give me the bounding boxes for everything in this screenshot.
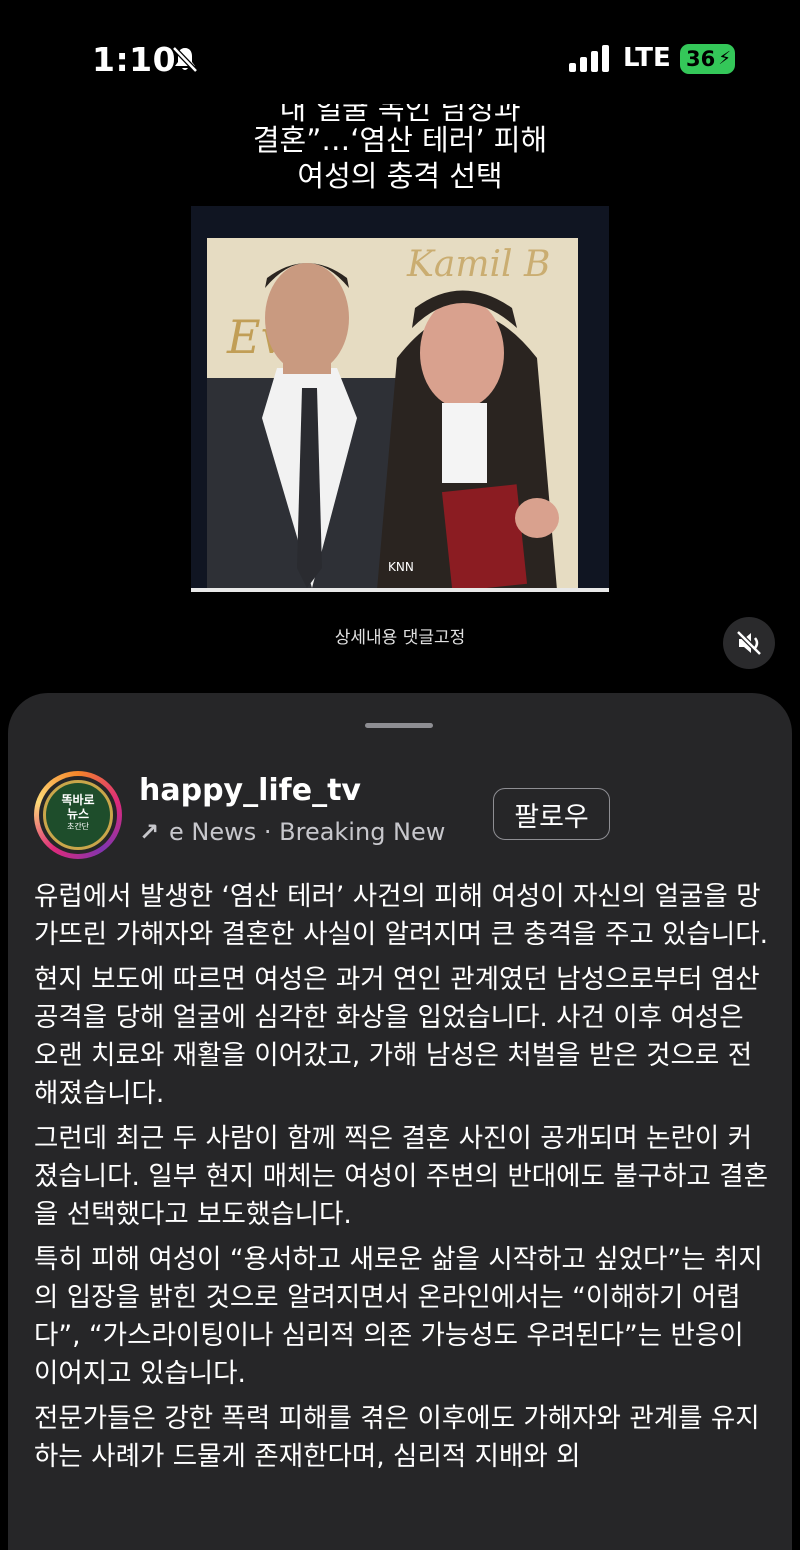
video-subtitle: 상세내용 댓글고정: [334, 628, 466, 648]
caption-line: 여성의 충격 선택: [297, 159, 503, 193]
avatar-text: 뉴스: [66, 807, 90, 821]
video-caption: 내 얼굴 녹인 남성과 결혼”…‘염산 테러’ 피해 여성의 충격 선택: [190, 104, 610, 194]
description-paragraph: 그런데 최근 두 사람이 함께 찍은 결혼 사진이 공개되며 논란이 커졌습니다…: [34, 1123, 769, 1230]
avatar-text: 똑바로: [61, 793, 95, 807]
description-paragraph: 유럽에서 발생한 ‘염산 테러’ 사건의 피해 여성이 자신의 얼굴을 망가뜨린…: [34, 881, 769, 950]
description-paragraph: 특히 피해 여성이 “용서하고 새로운 삶을 시작하고 싶었다”는 취지의 입장…: [34, 1244, 763, 1389]
signal-strength-icon: [569, 44, 611, 72]
trending-arrow-icon: ↗: [139, 818, 160, 846]
battery-level: 36: [686, 47, 716, 71]
status-bar: 1:10 LTE 36 ⚡: [0, 0, 800, 120]
avatar-story-ring[interactable]: 똑바로 뉴스 초간단: [34, 771, 122, 859]
username[interactable]: happy_life_tv: [139, 773, 361, 808]
description-paragraph: 현지 보도에 따르면 여성은 과거 연인 관계였던 남성으로부터 염산 공격을 …: [34, 964, 760, 1109]
audio-label: e News · Breaking New: [169, 818, 446, 846]
comment-sheet[interactable]: 똑바로 뉴스 초간단 happy_life_tv ↗ e News · Break…: [8, 693, 792, 1550]
avatar: 똑바로 뉴스 초간단: [39, 776, 117, 854]
battery-icon: 36 ⚡: [680, 44, 735, 74]
sheet-drag-handle[interactable]: [365, 723, 433, 728]
audio-attribution[interactable]: ↗ e News · Breaking New: [139, 818, 474, 852]
post-description: 유럽에서 발생한 ‘염산 테러’ 사건의 피해 여성이 자신의 얼굴을 망가뜨린…: [34, 878, 774, 1483]
wedding-photo: Evl Kamil B: [207, 238, 578, 590]
network-type: LTE: [623, 43, 671, 73]
video-frame[interactable]: Evl Kamil B: [191, 206, 609, 592]
charging-bolt-icon: ⚡: [718, 48, 731, 69]
video-watermark: KNN: [388, 560, 414, 574]
description-paragraph: 전문가들은 강한 폭력 피해를 겪은 이후에도 가해자와 관계를 유지하는 사례…: [34, 1403, 760, 1472]
caption-line: 내 얼굴 녹인 남성과: [279, 104, 521, 122]
photo-illustration: Evl Kamil B: [207, 238, 578, 590]
svg-text:Kamil B: Kamil B: [406, 244, 550, 285]
speaker-muted-icon: [736, 630, 762, 656]
bell-slash-icon: [172, 46, 198, 73]
avatar-logo: 똑바로 뉴스 초간단: [43, 780, 113, 850]
mute-button[interactable]: [723, 617, 775, 669]
caption-line: 결혼”…‘염산 테러’ 피해: [252, 123, 548, 157]
video-progress-bar[interactable]: [191, 588, 609, 592]
follow-button[interactable]: 팔로우: [493, 788, 610, 840]
avatar-text: 초간단: [66, 822, 90, 831]
status-time: 1:10: [92, 40, 177, 79]
